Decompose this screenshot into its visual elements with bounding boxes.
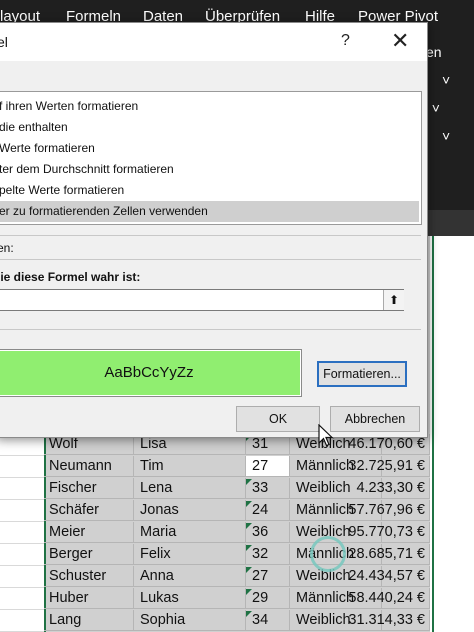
cancel-button-label: Abbrechen xyxy=(344,412,406,426)
cell-gehalt-value: 32.725,91 € xyxy=(348,458,425,474)
error-indicator-icon xyxy=(246,545,252,551)
table-row[interactable]: Meier Maria 36 Weiblich 95.770,73 € xyxy=(44,522,430,544)
cell-alter[interactable]: 24 xyxy=(246,500,290,521)
cell-vorname[interactable]: Sophia xyxy=(134,610,246,631)
column-f-area[interactable] xyxy=(430,236,474,632)
rule-type-list[interactable]: f ihren Werten formatieren die enthalten… xyxy=(0,91,422,225)
error-indicator-icon xyxy=(246,589,252,595)
cell-alter[interactable]: 27 xyxy=(246,456,290,477)
rule-type-item[interactable]: ter dem Durchschnitt formatieren xyxy=(0,159,419,180)
divider xyxy=(0,235,421,236)
chevron-down-icon[interactable]: ˅ xyxy=(442,72,450,88)
cell-gehalt-value: 24.434,57 € xyxy=(348,568,425,584)
table-row[interactable]: Neumann Tim 27 Männlich 32.725,91 € xyxy=(44,456,430,478)
cell-vorname[interactable]: Lena xyxy=(134,478,246,499)
rule-type-item-selected[interactable]: er zu formatierenden Zellen verwenden xyxy=(0,201,419,222)
format-button[interactable]: Formatieren... xyxy=(317,361,407,387)
cell-nachname[interactable]: Neumann xyxy=(44,456,134,477)
conditional-format-dialog: el ? ✕ f ihren Werten formatieren die en… xyxy=(0,22,428,438)
table-row[interactable]: Lang Sophia 34 Weiblich 31.314,33 € xyxy=(44,610,430,632)
mouse-pointer-icon xyxy=(318,424,334,447)
cell-nachname[interactable]: Schäfer xyxy=(44,500,134,521)
rule-type-item[interactable]: die enthalten xyxy=(0,117,419,138)
cell-gehalt[interactable]: 24.434,57 € xyxy=(348,566,430,587)
cell-gehalt[interactable]: 32.725,91 € xyxy=(348,456,430,477)
click-indicator xyxy=(310,536,346,572)
cell-alter[interactable]: 32 xyxy=(246,544,290,565)
cancel-button[interactable]: Abbrechen xyxy=(330,406,420,432)
rule-type-item[interactable]: pelte Werte formatieren xyxy=(0,180,419,201)
error-indicator-icon xyxy=(246,523,252,529)
cell-alter[interactable]: 34 xyxy=(246,610,290,631)
cell-nachname[interactable]: Huber xyxy=(44,588,134,609)
error-indicator-icon xyxy=(246,611,252,617)
cell-gehalt-value: 31.314,33 € xyxy=(348,612,425,628)
format-button-label: Formatieren... xyxy=(323,367,401,381)
collapse-dialog-icon[interactable]: ⬆ xyxy=(383,290,404,310)
ok-button-label: OK xyxy=(268,412,288,426)
cell-nachname[interactable]: Lang xyxy=(44,610,134,631)
ok-button[interactable]: OK xyxy=(236,406,320,432)
close-button[interactable]: ✕ xyxy=(391,28,409,54)
divider xyxy=(0,329,421,330)
cell-nachname[interactable]: Berger xyxy=(44,544,134,565)
cell-vorname[interactable]: Maria xyxy=(134,522,246,543)
cell-gehalt[interactable]: 57.767,96 € xyxy=(348,500,430,521)
cell-alter[interactable]: 27 xyxy=(246,566,290,587)
cell-gehalt[interactable]: 31.314,33 € xyxy=(348,610,430,631)
cell-gehalt[interactable]: 95.770,73 € xyxy=(348,522,430,543)
dialog-title: el xyxy=(0,34,8,50)
table-row[interactable]: Fischer Lena 33 Weiblich 4.233,30 € xyxy=(44,478,430,500)
ribbon-fragment[interactable]: en xyxy=(426,44,442,60)
cell-alter[interactable]: 33 xyxy=(246,478,290,499)
cell-gehalt-value: 28.685,71 € xyxy=(348,546,425,562)
cell-vorname[interactable]: Jonas xyxy=(134,500,246,521)
cell-gehalt-value: 95.770,73 € xyxy=(348,524,425,540)
cell-vorname[interactable]: Anna xyxy=(134,566,246,587)
cell-nachname[interactable]: Meier xyxy=(44,522,134,543)
formula-input[interactable] xyxy=(0,289,404,311)
table-row[interactable]: Huber Lukas 29 Männlich 58.440,24 € xyxy=(44,588,430,610)
table-row[interactable]: Berger Felix 32 Männlich 28.685,71 € xyxy=(44,544,430,566)
rule-type-item[interactable]: Werte formatieren xyxy=(0,138,419,159)
error-indicator-icon xyxy=(246,567,252,573)
table-row[interactable]: Schäfer Jonas 24 Männlich 57.767,96 € xyxy=(44,500,430,522)
error-indicator-icon xyxy=(246,479,252,485)
cell-gehalt-value: 57.767,96 € xyxy=(348,502,425,518)
cell-nachname[interactable]: Fischer xyxy=(44,478,134,499)
selection-border xyxy=(432,236,434,632)
help-button[interactable]: ? xyxy=(341,32,350,50)
cell-gehalt[interactable]: 4.233,30 € xyxy=(356,478,430,499)
cell-alter[interactable]: 29 xyxy=(246,588,290,609)
formula-label: lie diese Formel wahr ist: xyxy=(0,270,141,284)
format-preview: AaBbCcYyZz xyxy=(0,351,300,395)
cell-gehalt-value: 58.440,24 € xyxy=(348,590,425,606)
cell-alter[interactable]: 36 xyxy=(246,522,290,543)
cell-vorname[interactable]: Tim xyxy=(134,456,246,477)
cell-gehalt[interactable]: 28.685,71 € xyxy=(348,544,430,565)
divider xyxy=(0,259,421,260)
cell-nachname[interactable]: Schuster xyxy=(44,566,134,587)
cell-gehalt[interactable]: 58.440,24 € xyxy=(348,588,430,609)
chevron-down-icon[interactable]: ˅ xyxy=(442,128,450,144)
rule-type-item[interactable]: f ihren Werten formatieren xyxy=(0,96,419,117)
rule-description-label: en: xyxy=(0,241,14,255)
table-row[interactable]: Schuster Anna 27 Weiblich 24.434,57 € xyxy=(44,566,430,588)
dialog-titlebar: el ? ✕ xyxy=(0,23,427,61)
cell-gehalt-value: 4.233,30 € xyxy=(356,480,425,496)
cell-vorname[interactable]: Felix xyxy=(134,544,246,565)
format-preview-frame: AaBbCcYyZz xyxy=(0,349,302,397)
cell-vorname[interactable]: Lukas xyxy=(134,588,246,609)
error-indicator-icon xyxy=(246,501,252,507)
